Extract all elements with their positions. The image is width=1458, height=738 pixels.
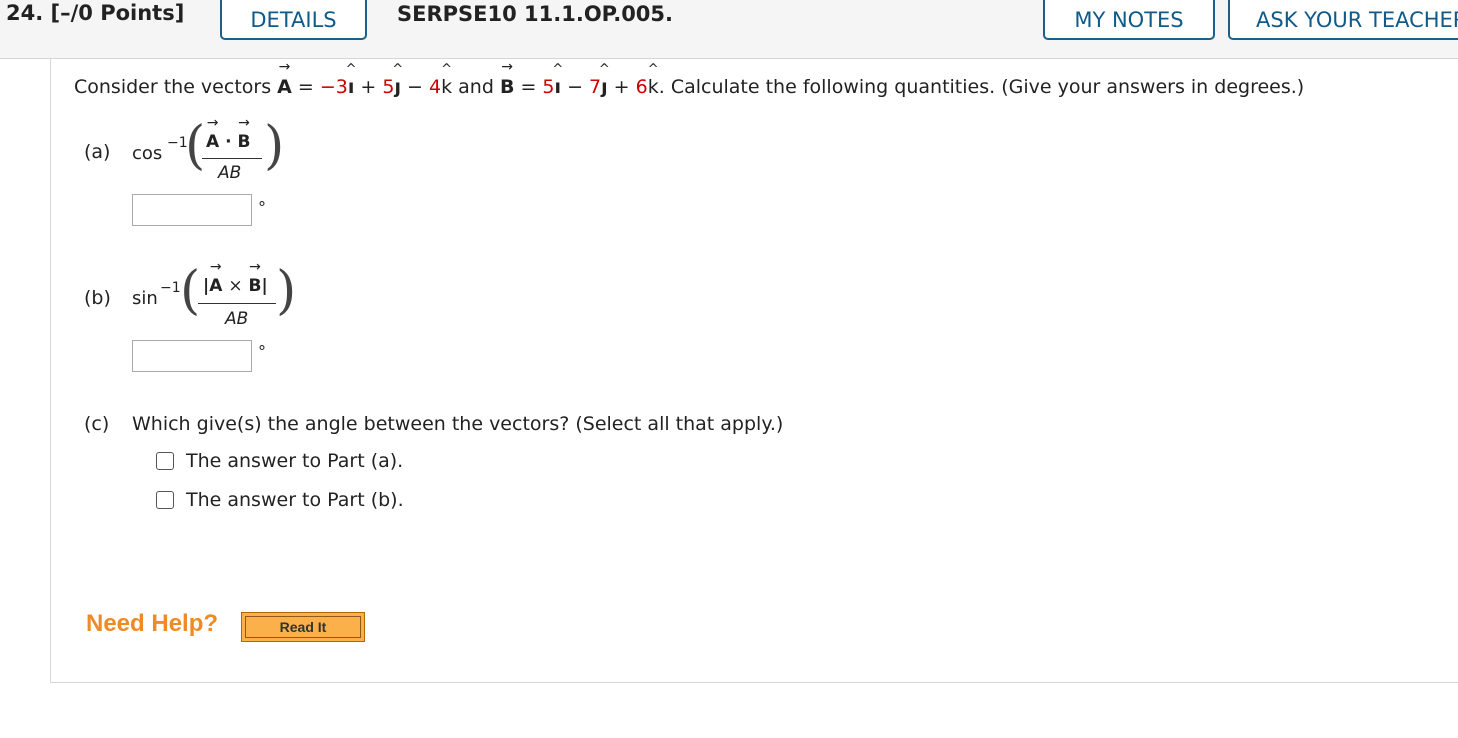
a-k-coefficient: 4 [429, 76, 442, 98]
question-panel [50, 58, 1458, 683]
question-header: 24. [–/0 Points] DETAILS SERPSE10 11.1.O… [0, 0, 1458, 59]
details-label: DETAILS [250, 8, 337, 32]
part-b-answer-input[interactable] [132, 340, 252, 372]
part-a-denominator: AB [218, 163, 242, 183]
part-b-num-b: B [248, 276, 261, 296]
part-b-numerator: |A × B| [203, 276, 268, 296]
part-b-exponent: −1 [160, 280, 181, 296]
equals-sign-2: = [514, 76, 543, 98]
vector-b-symbol: B [500, 76, 514, 98]
part-a-num-b: B [237, 132, 250, 152]
option-part-b-label: The answer to Part (b). [186, 489, 404, 511]
b-j-coefficient: 7 [589, 76, 602, 98]
b-i-coefficient: 5 [542, 76, 555, 98]
my-notes-label: MY NOTES [1074, 8, 1184, 32]
part-a-answer-input[interactable] [132, 194, 252, 226]
points-text: [–/0 Points] [50, 1, 185, 25]
part-c-label: (c) [84, 413, 110, 435]
part-b-right-paren: ) [276, 261, 297, 321]
k-hat: k [648, 76, 659, 98]
part-b-operator: × [228, 276, 243, 296]
part-c-question: Which give(s) the angle between the vect… [132, 413, 784, 435]
option-part-b[interactable]: The answer to Part (b). [156, 489, 404, 511]
j-hat: ȷ [601, 76, 608, 98]
question-code: SERPSE10 11.1.OP.005. [397, 2, 674, 26]
part-b-degree-unit: ° [258, 342, 266, 361]
prompt-outro: . Calculate the following quantities. (G… [658, 76, 1305, 98]
vector-a-symbol: A [277, 76, 292, 98]
i-hat: ı [348, 76, 355, 98]
part-a-right-paren: ) [264, 116, 285, 176]
part-a-left-paren: ( [185, 116, 206, 176]
b-k-coefficient: 6 [635, 76, 648, 98]
part-a-degree-unit: ° [258, 198, 266, 217]
part-a-operator: · [225, 132, 232, 152]
ask-teacher-button[interactable]: ASK YOUR TEACHER [1228, 0, 1458, 40]
part-b-num-a: A [209, 276, 222, 296]
a-j-coefficient: 5 [382, 76, 395, 98]
need-help-label: Need Help? [86, 610, 219, 637]
part-a-function: cos [132, 143, 163, 164]
ask-teacher-label: ASK YOUR TEACHER [1256, 8, 1458, 32]
question-prompt: Consider the vectors A = −3ı + 5ȷ − 4k a… [74, 76, 1304, 98]
and-text: and [452, 76, 500, 98]
option-part-b-checkbox[interactable] [156, 491, 174, 509]
part-a-num-a: A [206, 132, 219, 152]
details-button[interactable]: DETAILS [220, 0, 367, 40]
prompt-intro: Consider the vectors [74, 76, 278, 98]
part-b-left-paren: ( [180, 261, 201, 321]
j-hat: ȷ [394, 76, 401, 98]
a-i-coefficient: −3 [319, 76, 348, 98]
part-b-fraction-line [198, 303, 276, 304]
part-a-numerator: A · B [206, 132, 250, 152]
part-b-label: (b) [84, 287, 111, 309]
my-notes-button[interactable]: MY NOTES [1043, 0, 1215, 40]
read-it-button[interactable]: Read It [241, 612, 365, 642]
read-it-label: Read It [245, 616, 361, 638]
part-a-fraction-line [202, 158, 262, 159]
option-part-a-checkbox[interactable] [156, 452, 174, 470]
question-number-text: 24. [6, 1, 44, 25]
question-number: 24. [–/0 Points] [6, 1, 184, 25]
i-hat: ı [555, 76, 562, 98]
k-hat: k [441, 76, 452, 98]
option-part-a-label: The answer to Part (a). [186, 450, 404, 472]
part-a-label: (a) [84, 141, 111, 163]
part-b-denominator: AB [225, 309, 249, 329]
part-b-function: sin [132, 288, 158, 309]
equals-sign: = [291, 76, 320, 98]
option-part-a[interactable]: The answer to Part (a). [156, 450, 403, 472]
